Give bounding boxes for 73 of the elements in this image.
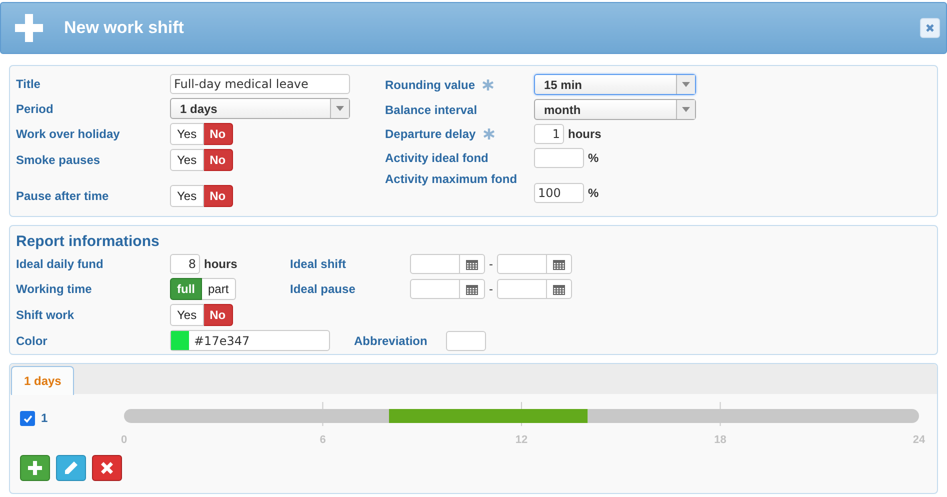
field-label: Balance interval	[385, 102, 478, 116]
text-field[interactable]: Full-day medical leave	[170, 74, 350, 94]
field-label: Shift work	[16, 308, 76, 322]
field-label: Ideal shift	[290, 257, 348, 271]
caret-icon	[336, 106, 344, 111]
pencil-icon	[63, 460, 79, 476]
toggle-option[interactable]: part	[202, 278, 236, 300]
toggle-option[interactable]: Yes	[170, 149, 204, 171]
unit-label: %	[588, 186, 599, 200]
dropdown[interactable]: 1 days	[170, 98, 350, 119]
calendar-icon[interactable]	[553, 284, 565, 294]
field-label: Ideal pause	[290, 282, 356, 296]
number-field[interactable]: 8	[170, 254, 200, 274]
selected-option[interactable]: No	[204, 304, 233, 326]
window-title: New work shift	[64, 18, 185, 38]
axis-tick-label: 0	[120, 434, 128, 446]
calendar-icon[interactable]	[553, 258, 565, 270]
number-field[interactable]: 1	[534, 124, 564, 144]
caret-icon	[682, 82, 690, 87]
field-label: Departure delay	[385, 127, 476, 141]
cross-icon	[99, 460, 115, 476]
field-label: Pause after time	[16, 189, 109, 203]
time-field[interactable]	[410, 254, 485, 274]
plus-icon	[27, 460, 43, 476]
edit-button[interactable]	[56, 455, 86, 481]
field-label: Smoke pauses	[16, 153, 100, 167]
time-field[interactable]	[497, 254, 572, 274]
field-label: Period	[16, 102, 54, 116]
axis-tick-label: 24	[912, 434, 925, 446]
calendar-icon[interactable]	[466, 284, 478, 294]
unit-label: %	[588, 151, 599, 165]
day-label: 1	[41, 411, 48, 425]
close-icon	[925, 23, 935, 33]
field-label: Title	[16, 77, 40, 91]
separator-text: -	[489, 257, 493, 271]
time-field[interactable]	[410, 279, 485, 299]
field-label: Rounding value	[385, 78, 475, 92]
calendar-icon[interactable]	[466, 258, 478, 270]
checkbox[interactable]	[20, 411, 35, 426]
selected-option[interactable]: full	[170, 278, 202, 300]
add-button[interactable]	[20, 455, 50, 481]
field-label: Work over holiday	[16, 127, 120, 141]
number-field[interactable]	[534, 148, 584, 168]
selected-option[interactable]: No	[204, 123, 233, 145]
field-label: Activity ideal fond	[385, 151, 488, 165]
selected-option[interactable]: No	[204, 149, 233, 171]
text-field[interactable]	[446, 330, 486, 350]
selected-option[interactable]: No	[204, 185, 233, 207]
unit-label: hours	[568, 127, 602, 141]
field-label: Working time	[16, 282, 93, 296]
time-field[interactable]	[497, 279, 572, 299]
dropdown[interactable]: month	[534, 99, 696, 120]
delete-button[interactable]	[92, 455, 122, 481]
axis-tick-label: 18	[714, 434, 726, 446]
close-button[interactable]	[920, 18, 940, 38]
section-heading: Report informations	[16, 233, 160, 250]
number-field[interactable]: 100	[534, 183, 584, 203]
color-field[interactable]: #17e347	[170, 330, 330, 351]
plus-icon	[13, 12, 45, 44]
dropdown[interactable]: 15 min	[534, 74, 696, 95]
field-label: Abbreviation	[354, 334, 428, 348]
unit-label: hours	[204, 257, 238, 271]
toggle-option[interactable]: Yes	[170, 123, 204, 145]
toggle-option[interactable]: Yes	[170, 304, 204, 326]
caret-icon	[682, 107, 690, 112]
axis-tick-label: 6	[320, 434, 326, 446]
axis-tick-label: 12	[515, 434, 528, 446]
field-label: Activity maximum fond	[385, 172, 518, 186]
toggle-option[interactable]: Yes	[170, 185, 204, 207]
separator-text: -	[489, 282, 493, 296]
check-icon	[22, 414, 32, 424]
field-label: Color	[16, 334, 48, 348]
field-label: Ideal daily fund	[16, 257, 104, 271]
